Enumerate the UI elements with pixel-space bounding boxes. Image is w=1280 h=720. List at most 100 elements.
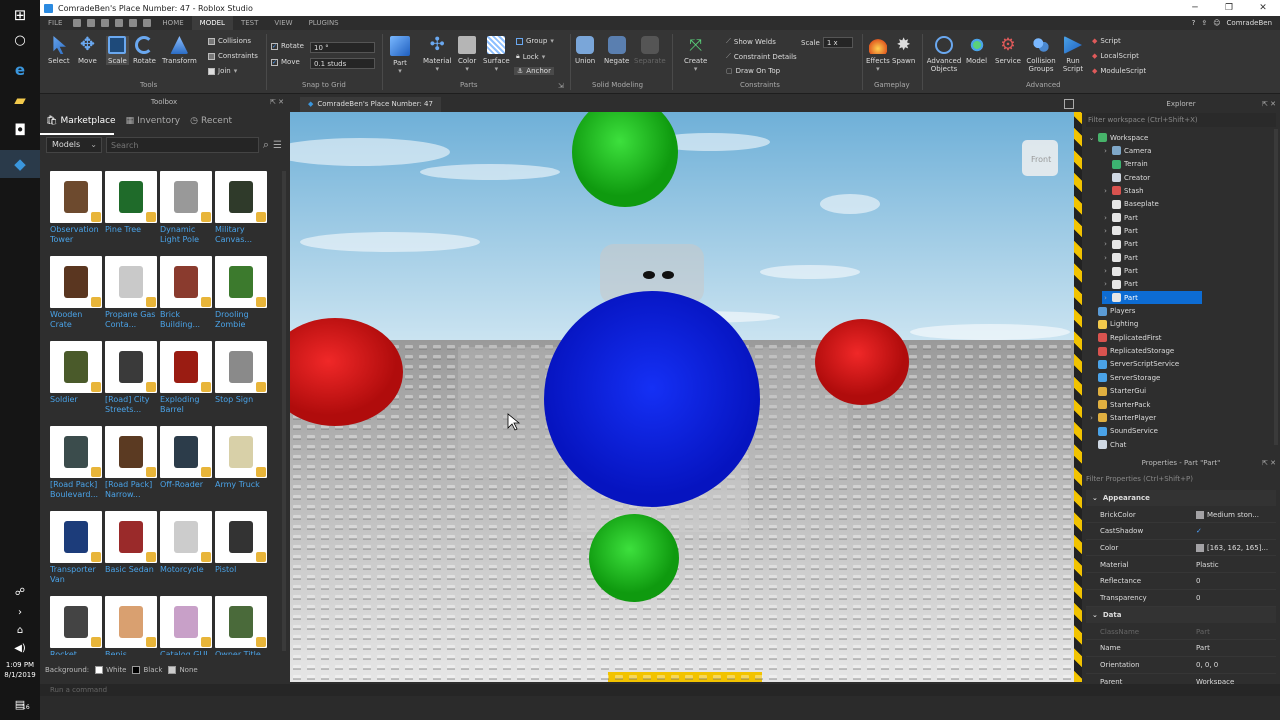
material-dropdown-icon[interactable]: ▾: [435, 65, 439, 73]
property-row[interactable]: BrickColor Medium ston...: [1086, 507, 1276, 523]
property-value-cell[interactable]: Plastic: [1196, 561, 1276, 569]
tree-item[interactable]: SoundService: [1088, 425, 1158, 438]
toolbox-item[interactable]: Rocket: [50, 596, 102, 655]
anchor-button[interactable]: ⚓︎ Anchor: [514, 67, 554, 75]
snap-move-toggle[interactable]: ✓ Move: [271, 58, 300, 66]
store-icon[interactable]: ◘: [8, 118, 32, 142]
collapse-chevron-icon[interactable]: ⌄: [1092, 494, 1098, 502]
item-label[interactable]: [Road] City Streets...: [105, 395, 161, 415]
create-dropdown-icon[interactable]: ▾: [694, 65, 698, 73]
tree-item[interactable]: StarterPack: [1088, 398, 1150, 411]
minimize-button[interactable]: ─: [1178, 0, 1212, 16]
service-button[interactable]: ⚙︎ Service: [995, 36, 1021, 65]
bg-black-option[interactable]: Black: [132, 666, 162, 674]
file-explorer-icon[interactable]: ▰: [8, 88, 32, 112]
undo-icon[interactable]: [87, 19, 96, 27]
property-value-cell[interactable]: Part: [1196, 644, 1276, 652]
item-label[interactable]: Army Truck: [215, 480, 271, 490]
tab-inventory[interactable]: ▦ Inventory: [126, 116, 181, 126]
negate-button[interactable]: Negate: [604, 36, 629, 65]
tab-place[interactable]: ◆ ComradeBen's Place Number: 47: [300, 97, 441, 112]
toolbox-item[interactable]: Transporter Van: [50, 511, 102, 593]
color-dropdown-icon[interactable]: ▾: [465, 65, 469, 73]
toolbox-item[interactable]: Observation Tower: [50, 171, 102, 253]
constraint-details-toggle[interactable]: ⟋ Constraint Details: [726, 52, 797, 61]
view-cube[interactable]: Front: [1022, 140, 1058, 176]
parts-expand-icon[interactable]: ⇲: [558, 82, 564, 90]
property-row[interactable]: CastShadow ✓: [1086, 524, 1276, 540]
roblox-studio-taskbar-icon[interactable]: ◆: [0, 150, 40, 178]
tree-item[interactable]: › Camera: [1102, 144, 1151, 157]
module-script-button[interactable]: ◆ ModuleScript: [1092, 67, 1146, 75]
tab-view[interactable]: VIEW: [266, 16, 300, 30]
property-row[interactable]: Color [163, 162, 165]...: [1086, 540, 1276, 557]
collaborate-icon[interactable]: ☺: [1213, 19, 1220, 27]
toolbox-item[interactable]: Stop Sign: [215, 341, 267, 423]
maximize-button[interactable]: ❐: [1212, 0, 1246, 16]
tree-item[interactable]: › Part: [1102, 291, 1202, 305]
toolbox-panel-controls[interactable]: ⇱ ✕: [270, 95, 284, 109]
tab-home[interactable]: HOME: [154, 16, 191, 30]
explorer-scrollbar[interactable]: [1274, 129, 1278, 445]
bg-none-option[interactable]: None: [168, 666, 198, 674]
expand-arrow-icon[interactable]: ›: [1102, 214, 1109, 222]
data-section[interactable]: ⌄ Data: [1086, 607, 1276, 624]
property-value-cell[interactable]: 0: [1196, 577, 1276, 585]
item-label[interactable]: Wooden Crate: [50, 310, 106, 330]
tab-marketplace[interactable]: 🛍︎ Marketplace: [46, 116, 116, 126]
lock-button[interactable]: 🔒︎ Lock ▾: [516, 52, 545, 61]
item-label[interactable]: Dynamic Light Pole: [160, 225, 216, 245]
toolbox-scrollbar[interactable]: [282, 171, 286, 651]
color-button[interactable]: Color ▾: [458, 36, 476, 73]
join-dropdown-icon[interactable]: ▾: [234, 67, 238, 75]
toolbox-item[interactable]: Off-Roader: [160, 426, 212, 508]
tree-item[interactable]: › Part: [1102, 238, 1138, 251]
transform-tool-button[interactable]: Transform: [162, 36, 197, 65]
item-label[interactable]: Stop Sign: [215, 395, 271, 405]
share-icon[interactable]: ⇪: [1201, 19, 1207, 27]
separate-button[interactable]: Separate: [634, 36, 666, 65]
toolbox-item[interactable]: [Road Pack] Narrow...: [105, 426, 157, 508]
union-button[interactable]: Union: [575, 36, 595, 65]
tree-item[interactable]: ServerStorage: [1088, 371, 1160, 384]
property-row[interactable]: Transparency 0: [1086, 591, 1276, 607]
surface-button[interactable]: Surface ▾: [483, 36, 510, 73]
tree-item[interactable]: ServerScriptService: [1088, 358, 1179, 371]
properties-filter-input[interactable]: Filter Properties (Ctrl+Shift+P): [1086, 472, 1276, 486]
item-label[interactable]: Basic Sedan: [105, 565, 161, 575]
expand-arrow-icon[interactable]: ›: [1088, 414, 1095, 422]
item-label[interactable]: Off-Roader: [160, 480, 216, 490]
tree-item[interactable]: ReplicatedFirst: [1088, 331, 1162, 344]
property-value-cell[interactable]: ✓: [1196, 527, 1276, 535]
filter-icon[interactable]: ☰: [273, 140, 282, 151]
toolbox-item[interactable]: Exploding Barrel: [160, 341, 212, 423]
toolbox-item[interactable]: Brick Building...: [160, 256, 212, 338]
tree-item[interactable]: Lighting: [1088, 318, 1138, 331]
snap-rotate-input[interactable]: 10 °: [310, 42, 375, 53]
tree-item[interactable]: Baseplate: [1102, 198, 1159, 211]
property-row[interactable]: Orientation 0, 0, 0: [1086, 658, 1276, 674]
property-row[interactable]: Material Plastic: [1086, 557, 1276, 574]
effects-dropdown-icon[interactable]: ▾: [876, 65, 880, 73]
toolbox-item[interactable]: Drooling Zombie: [215, 256, 267, 338]
snap-move-input[interactable]: 0.1 studs: [310, 58, 375, 69]
item-label[interactable]: Pistol: [215, 565, 271, 575]
tree-item[interactable]: Terrain: [1102, 158, 1148, 171]
expand-arrow-icon[interactable]: ›: [1102, 240, 1109, 248]
snap-rotate-toggle[interactable]: ✓ Rotate: [271, 42, 304, 50]
item-label[interactable]: Propane Gas Conta...: [105, 310, 161, 330]
new-file-icon[interactable]: [73, 19, 82, 27]
create-constraint-button[interactable]: ⤧ Create ▾: [684, 36, 707, 74]
group-dropdown-icon[interactable]: ▾: [550, 37, 554, 45]
username[interactable]: ComradeBen: [1227, 19, 1272, 27]
toolbox-item[interactable]: Wooden Crate: [50, 256, 102, 338]
save-icon[interactable]: [129, 19, 138, 27]
toolbox-item[interactable]: Pine Tree: [105, 171, 157, 253]
item-label[interactable]: Soldier: [50, 395, 106, 405]
expand-arrow-icon[interactable]: ›: [1102, 294, 1109, 302]
toolbox-item[interactable]: Catalog GUI: [160, 596, 212, 655]
explorer-panel-controls[interactable]: ⇱ ✕: [1262, 97, 1276, 111]
part-button[interactable]: Part ▾: [390, 36, 410, 75]
toolbox-item[interactable]: Propane Gas Conta...: [105, 256, 157, 338]
expand-arrow-icon[interactable]: ›: [1102, 280, 1109, 288]
